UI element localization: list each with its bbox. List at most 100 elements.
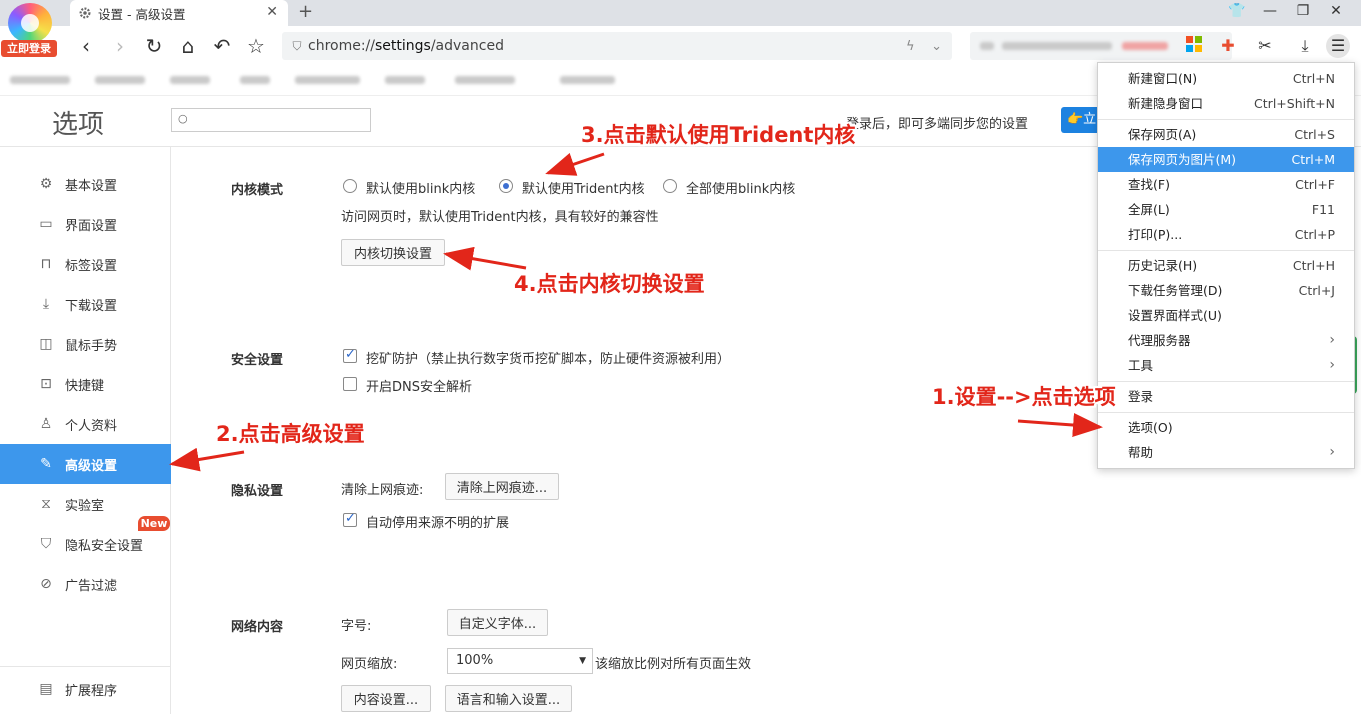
menu-icon[interactable]: ☰ <box>1326 34 1350 58</box>
window-icon: ▭ <box>39 216 53 232</box>
font-size-label: 字号: <box>341 619 372 634</box>
main-menu: 新建窗口(N) Ctrl+N 新建隐身窗口 Ctrl+Shift+N 保存网页(A)… <box>1097 62 1355 469</box>
sidebar-item-tabs[interactable]: ⊓ 标签设置 <box>0 244 171 284</box>
menu-item-proxy[interactable]: 代理服务器 › <box>1098 328 1354 353</box>
game-icon[interactable]: ✚ <box>1218 36 1238 56</box>
annotation-step3: 3.点击默认使用Trident内核 <box>581 123 856 147</box>
extensions-icon: ▤ <box>39 681 53 697</box>
radio-blink-all[interactable] <box>663 179 677 193</box>
sidebar-item-download[interactable]: ⤓ 下载设置 <box>0 284 171 324</box>
sidebar-item-shortcuts[interactable]: ⊡ 快捷键 <box>0 364 171 404</box>
home-icon[interactable]: ⌂ <box>176 34 200 58</box>
zoom-label: 网页缩放: <box>341 657 398 672</box>
menu-item-new-window[interactable]: 新建窗口(N) Ctrl+N <box>1098 66 1354 91</box>
sidebar-item-extensions[interactable]: ▤ 扩展程序 <box>0 669 171 709</box>
chevron-right-icon: › <box>1329 444 1335 460</box>
lightning-icon[interactable]: ϟ ⌄ <box>906 39 942 54</box>
sidebar-item-adblock[interactable]: ⊘ 广告过滤 <box>0 564 171 604</box>
scissors-icon[interactable]: ✂ <box>1255 36 1275 56</box>
annotation-step4: 4.点击内核切换设置 <box>514 272 705 296</box>
maximize-button[interactable]: ❐ <box>1293 3 1313 19</box>
download-icon[interactable]: ⤓ <box>1295 36 1315 56</box>
reload-icon[interactable]: ↻ <box>142 34 166 58</box>
sidebar-divider <box>0 666 171 667</box>
web-content-label: 网络内容 <box>231 620 284 635</box>
address-bar[interactable]: ⛉ chrome://settings/advanced ϟ ⌄ <box>282 32 952 60</box>
sidebar-item-advanced[interactable]: ✎ 高级设置 <box>0 444 171 484</box>
content-settings-button[interactable]: 内容设置... <box>341 685 431 712</box>
menu-item-save-as-image[interactable]: 保存网页为图片(M) Ctrl+M <box>1098 147 1354 172</box>
zoom-select[interactable]: 100% ▼ <box>447 648 593 674</box>
menu-item-new-incognito[interactable]: 新建隐身窗口 Ctrl+Shift+N <box>1098 91 1354 116</box>
sidebar-item-profile[interactable]: ♙ 个人资料 <box>0 404 171 444</box>
menu-item-downloads[interactable]: 下载任务管理(D) Ctrl+J <box>1098 278 1354 303</box>
radio-trident-default[interactable] <box>499 179 513 193</box>
gear-icon <box>79 7 91 19</box>
login-badge[interactable]: 立即登录 <box>1 40 57 57</box>
browser-logo[interactable] <box>8 3 52 43</box>
star-icon[interactable]: ☆ <box>244 34 268 58</box>
sidebar-item-ui[interactable]: ▭ 界面设置 <box>0 204 171 244</box>
kernel-switch-settings-button[interactable]: 内核切换设置 <box>341 239 445 266</box>
menu-item-ui-style[interactable]: 设置界面样式(U) <box>1098 303 1354 328</box>
menu-item-fullscreen[interactable]: 全屏(L) F11 <box>1098 197 1354 222</box>
url-text: chrome://settings/advanced <box>308 38 504 54</box>
gear-icon: ⚙ <box>39 176 53 192</box>
download-icon: ⤓ <box>42 296 50 312</box>
close-window-button[interactable]: ✕ <box>1326 3 1346 19</box>
forward-icon[interactable]: › <box>108 34 132 58</box>
close-tab-icon[interactable]: ✕ <box>266 4 278 20</box>
radio-blink-default[interactable] <box>343 179 357 193</box>
auto-disable-extensions-label: 自动停用来源不明的扩展 <box>366 516 510 531</box>
custom-font-button[interactable]: 自定义字体... <box>447 609 548 636</box>
menu-item-options[interactable]: 选项(O) <box>1098 415 1354 440</box>
wrench-icon: ✎ <box>40 456 52 472</box>
menu-item-find[interactable]: 查找(F) Ctrl+F <box>1098 172 1354 197</box>
sidebar-item-basic[interactable]: ⚙ 基本设置 <box>0 164 171 204</box>
tab-icon: ⊓ <box>40 256 52 272</box>
radio-label-blink-default: 默认使用blink内核 <box>366 182 476 197</box>
auto-disable-extensions-checkbox[interactable] <box>343 511 357 527</box>
annotation-step2: 2.点击高级设置 <box>216 422 365 446</box>
radio-label-trident-default: 默认使用Trident内核 <box>522 182 645 197</box>
shield-icon: ⛉ <box>292 38 302 53</box>
tab-title: 设置 - 高级设置 <box>98 6 186 22</box>
menu-item-tools[interactable]: 工具 › <box>1098 353 1354 378</box>
chevron-right-icon: › <box>1329 357 1335 373</box>
flask-icon: ⧖ <box>41 496 51 512</box>
annotation-step1: 1.设置-->点击选项 <box>932 385 1116 409</box>
block-icon: ⊘ <box>40 576 52 592</box>
sync-login-button[interactable]: 👉立 <box>1061 107 1101 133</box>
sidebar-item-mouse[interactable]: ◫ 鼠标手势 <box>0 324 171 364</box>
privacy-label: 隐私设置 <box>231 484 284 499</box>
menu-item-save-page[interactable]: 保存网页(A) Ctrl+S <box>1098 122 1354 147</box>
zoom-description: 该缩放比例对所有页面生效 <box>595 657 752 672</box>
settings-search-input[interactable]: ○ <box>171 108 371 132</box>
tab-strip: 设置 - 高级设置 ✕ + 👕 — ❐ ✕ <box>0 0 1361 26</box>
back-icon[interactable]: ‹ <box>74 34 98 58</box>
skin-icon[interactable]: 👕 <box>1227 3 1247 19</box>
menu-divider <box>1098 412 1354 413</box>
menu-divider <box>1098 119 1354 120</box>
user-icon: ♙ <box>39 416 53 432</box>
menu-item-history[interactable]: 历史记录(H) Ctrl+H <box>1098 253 1354 278</box>
radio-label-blink-all: 全部使用blink内核 <box>686 182 796 197</box>
apps-icon[interactable] <box>1184 36 1204 56</box>
new-tab-button[interactable]: + <box>298 1 313 22</box>
menu-divider <box>1098 381 1354 382</box>
dns-security-checkbox[interactable] <box>343 377 357 391</box>
mining-protection-label: 挖矿防护（禁止执行数字货币挖矿脚本，防止硬件资源被利用） <box>366 352 731 367</box>
clear-history-button[interactable]: 清除上网痕迹... <box>445 473 559 500</box>
mining-protection-checkbox[interactable] <box>343 347 357 363</box>
minimize-button[interactable]: — <box>1260 3 1280 19</box>
language-input-settings-button[interactable]: 语言和输入设置... <box>445 685 572 712</box>
menu-item-login[interactable]: 登录 <box>1098 384 1354 409</box>
undo-icon[interactable]: ↶ <box>210 34 234 58</box>
tab-settings[interactable]: 设置 - 高级设置 ✕ <box>70 0 288 26</box>
menu-item-print[interactable]: 打印(P)... Ctrl+P <box>1098 222 1354 247</box>
search-icon: ○ <box>178 112 188 125</box>
chevron-right-icon: › <box>1329 332 1335 348</box>
page-title: 选项 <box>52 110 105 140</box>
dns-security-label: 开启DNS安全解析 <box>366 380 472 395</box>
menu-item-help[interactable]: 帮助 › <box>1098 440 1354 465</box>
